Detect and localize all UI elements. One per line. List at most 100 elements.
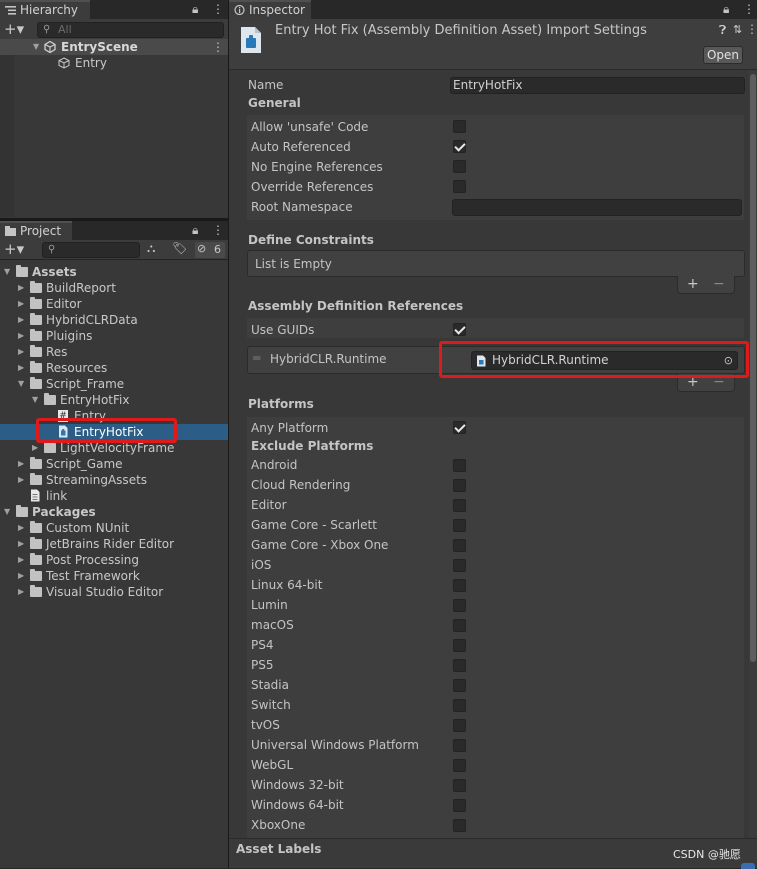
exclude-platform-checkbox[interactable] [453,679,466,692]
create-plus-icon[interactable]: +▾ [4,20,24,38]
project-tree-item[interactable]: link [0,488,228,504]
project-tree-item[interactable]: ▶ Visual Studio Editor [0,584,228,600]
more-menu-icon[interactable]: ⋮ [743,2,755,16]
use-guids-checkbox[interactable] [453,323,466,336]
lock-icon[interactable]: 🔒︎ [192,2,198,17]
exclude-platform-label: Windows 64-bit [251,798,344,812]
exclude-platform-checkbox[interactable] [453,799,466,812]
collapse-arrow-icon[interactable]: ▼ [4,264,14,280]
general-option-checkbox[interactable] [453,180,466,193]
project-tree-item[interactable]: ▶ Script_Game [0,456,228,472]
scene-row[interactable]: ▼ EntryScene ⋮ [0,39,228,55]
project-tree-item[interactable]: ▼ Assets [0,264,228,280]
drag-handle-icon[interactable]: ═ [253,351,260,365]
exclude-platform-checkbox[interactable] [453,719,466,732]
add-constraint-button[interactable]: + [687,276,699,292]
more-menu-icon[interactable]: ⋮ [212,2,224,16]
collapse-arrow-icon[interactable]: ▼ [18,376,28,392]
open-button[interactable]: Open [703,46,743,64]
tab-inspector[interactable]: Inspector [229,0,311,19]
exclude-platform-checkbox[interactable] [453,739,466,752]
project-tree-item[interactable]: ▶ Pluigins [0,328,228,344]
root-namespace-field[interactable] [452,199,742,216]
project-tree-item[interactable]: ▶ StreamingAssets [0,472,228,488]
create-plus-icon[interactable]: +▾ [4,240,24,258]
inspector-header: Entry Hot Fix (Assembly Definition Asset… [229,19,757,70]
filter-by-type-icon[interactable]: ⛬ [147,241,155,256]
expand-arrow-icon[interactable]: ▶ [18,456,28,472]
project-search-input[interactable]: ⚲ [42,242,140,258]
exclude-platform-checkbox[interactable] [453,599,466,612]
exclude-platform-checkbox[interactable] [453,659,466,672]
project-tree-item[interactable]: ▼ Script_Frame [0,376,228,392]
expand-arrow-icon[interactable]: ▶ [18,360,28,376]
exclude-platform-checkbox[interactable] [453,819,466,832]
name-field[interactable]: EntryHotFix [450,77,745,94]
project-tree-item[interactable]: ▶ Res [0,344,228,360]
lock-icon[interactable]: 🔒︎ [723,2,729,17]
exclude-platform-checkbox[interactable] [453,479,466,492]
scene-menu-icon[interactable]: ⋮ [212,39,224,55]
exclude-platform-checkbox[interactable] [453,779,466,792]
project-tree-item[interactable]: ▼ EntryHotFix [0,392,228,408]
lock-icon[interactable]: 🔒︎ [192,223,198,238]
exclude-platform-checkbox[interactable] [453,499,466,512]
scrollbar-thumb[interactable] [750,74,756,662]
inspector-body: Name EntryHotFix General Allow 'unsafe' … [229,70,749,840]
exclude-platform-checkbox[interactable] [453,539,466,552]
exclude-platforms-header: Exclude Platforms [251,439,374,453]
hierarchy-object-row[interactable]: Entry [0,55,228,71]
exclude-platform-checkbox[interactable] [453,559,466,572]
expand-arrow-icon[interactable]: ▶ [18,344,28,360]
filter-by-label-icon[interactable]: 🏷︎ [172,241,187,255]
exclude-platform-checkbox[interactable] [453,699,466,712]
asset-labels-bar[interactable]: Asset Labels CSDN @驰愿 [229,838,757,869]
exclude-platform-label: tvOS [251,718,280,732]
highlight-box-reference [439,341,749,378]
more-menu-icon[interactable]: ⋮ [212,223,224,237]
expand-arrow-icon[interactable]: ▼ [33,39,43,55]
hierarchy-search-input[interactable]: ⚲ All [37,22,224,38]
expand-arrow-icon[interactable]: ▶ [18,328,28,344]
expand-arrow-icon[interactable]: ▶ [18,568,28,584]
project-tree-item[interactable]: ▶ BuildReport [0,280,228,296]
exclude-platform-checkbox[interactable] [453,579,466,592]
expand-arrow-icon[interactable]: ▶ [18,296,28,312]
project-tree-item[interactable]: ▶ HybridCLRData [0,312,228,328]
tab-project[interactable]: Project [0,221,72,240]
project-tree-item[interactable]: ▶ Post Processing [0,552,228,568]
expand-arrow-icon[interactable]: ▶ [18,280,28,296]
project-tree-item[interactable]: ▼ Packages [0,504,228,520]
exclude-platform-checkbox[interactable] [453,759,466,772]
expand-arrow-icon[interactable]: ▶ [18,552,28,568]
expand-arrow-icon[interactable]: ▶ [18,584,28,600]
exclude-platform-checkbox[interactable] [453,519,466,532]
hidden-packages-toggle[interactable]: ⊘ 6 [195,242,225,258]
tab-hierarchy[interactable]: Hierarchy [0,0,90,19]
project-tree-item[interactable]: ▶ Custom NUnit [0,520,228,536]
general-option-checkbox[interactable] [453,140,466,153]
general-option-checkbox[interactable] [453,160,466,173]
project-tree-item[interactable]: ▶ JetBrains Rider Editor [0,536,228,552]
project-tree-item[interactable]: ▶ Resources [0,360,228,376]
exclude-platform-checkbox[interactable] [453,619,466,632]
collapse-arrow-icon[interactable]: ▼ [32,392,42,408]
project-tree-item[interactable]: ▶ Editor [0,296,228,312]
help-icon[interactable]: ❓︎ [719,23,726,38]
exclude-platform-checkbox[interactable] [453,639,466,652]
expand-arrow-icon[interactable]: ▶ [18,520,28,536]
project-tree-label: HybridCLRData [46,313,138,327]
expand-arrow-icon[interactable]: ▶ [18,472,28,488]
remove-constraint-button[interactable]: − [713,276,725,292]
general-option-checkbox[interactable] [453,120,466,133]
exclude-platform-checkbox[interactable] [453,459,466,472]
project-tree-label: JetBrains Rider Editor [46,537,175,551]
expand-arrow-icon[interactable]: ▶ [18,312,28,328]
project-tree-item[interactable]: ▶ Test Framework [0,568,228,584]
inspector-scrollbar[interactable] [749,70,757,840]
any-platform-checkbox[interactable] [453,421,466,434]
expand-arrow-icon[interactable]: ▶ [18,536,28,552]
settings-slider-icon[interactable]: ⇅ [733,23,742,36]
header-menu-icon[interactable]: ⋮ [746,22,757,36]
collapse-arrow-icon[interactable]: ▼ [4,504,14,520]
